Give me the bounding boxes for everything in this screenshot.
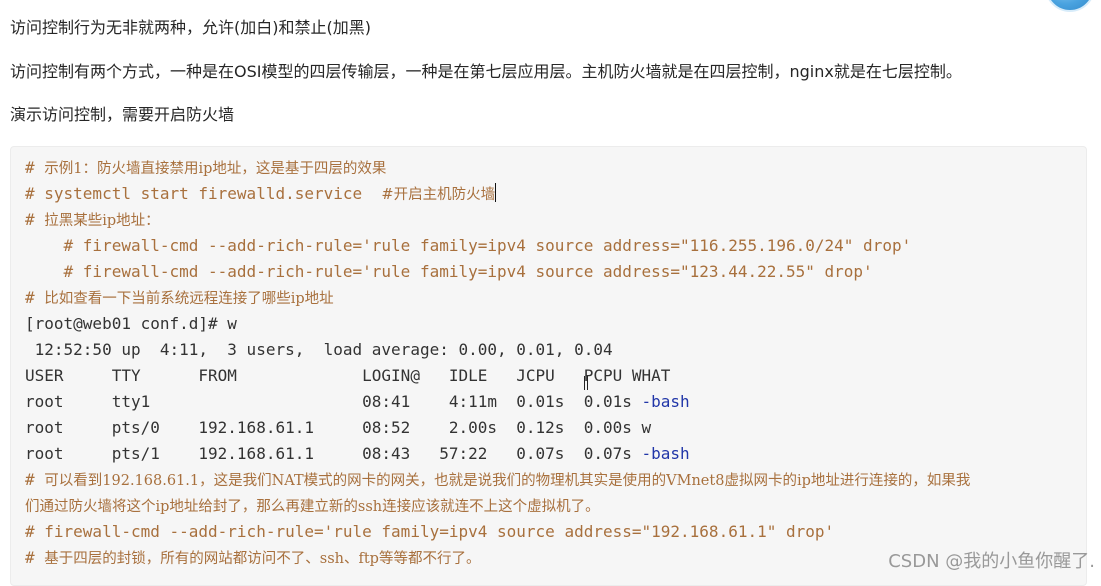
code-command-line: # firewall-cmd --add-rich-rule='rule fam… (25, 262, 873, 281)
paragraph-demo-intro: 演示访问控制，需要开启防火墙 (10, 105, 235, 124)
code-comment-line: # 示例1：防火墙直接禁用ip地址，这是基于四层的效果 (25, 158, 387, 177)
code-comment-line: # 可以看到192.168.61.1，这是我们NAT模式的网卡的网关，也就是说我… (25, 470, 971, 489)
text-caret (495, 183, 497, 202)
paragraph-access-types: 访问控制行为无非就两种，允许(加白)和禁止(加黑) (10, 18, 371, 37)
code-comment-line: # 基于四层的封锁，所有的网站都访问不了、ssh、ftp等等都不行了。 (25, 548, 481, 567)
code-command-line: # systemctl start firewalld.service #开启主… (25, 183, 497, 203)
code-command-line: # firewall-cmd --add-rich-rule='rule fam… (25, 236, 912, 255)
mouse-ibeam-cursor (584, 376, 588, 390)
code-comment-line: # 拉黑某些ip地址： (25, 210, 160, 229)
code-command-line: # firewall-cmd --add-rich-rule='rule fam… (25, 522, 835, 541)
avatar[interactable] (1045, 0, 1095, 12)
uptime-line: 12:52:50 up 4:11, 3 users, load average:… (25, 340, 613, 359)
code-block[interactable]: # 示例1：防火墙直接禁用ip地址，这是基于四层的效果 # systemctl … (10, 146, 1087, 586)
code-comment-line: # 比如查看一下当前系统远程连接了哪些ip地址 (25, 288, 334, 307)
w-row-line: root pts/1 192.168.61.1 08:43 57:22 0.07… (25, 444, 690, 463)
watermark: CSDN @我的小鱼你醒了. (888, 551, 1095, 572)
w-header-line: USER TTY FROM LOGIN@ IDLE JCPU PCPU WHAT (25, 366, 671, 385)
w-row-line: root pts/0 192.168.61.1 08:52 2.00s 0.12… (25, 418, 652, 437)
shell-prompt-line: [root@web01 conf.d]# w (25, 314, 237, 333)
code-comment-line: 们通过防火墙将这个ip地址给封了，那么再建立新的ssh连接应该就连不上这个虚拟机… (25, 499, 600, 515)
paragraph-access-methods: 访问控制有两个方式，一种是在OSI模型的四层传输层，一种是在第七层应用层。主机防… (10, 62, 962, 81)
w-row-line: root tty1 08:41 4:11m 0.01s 0.01s -bash (25, 392, 690, 411)
